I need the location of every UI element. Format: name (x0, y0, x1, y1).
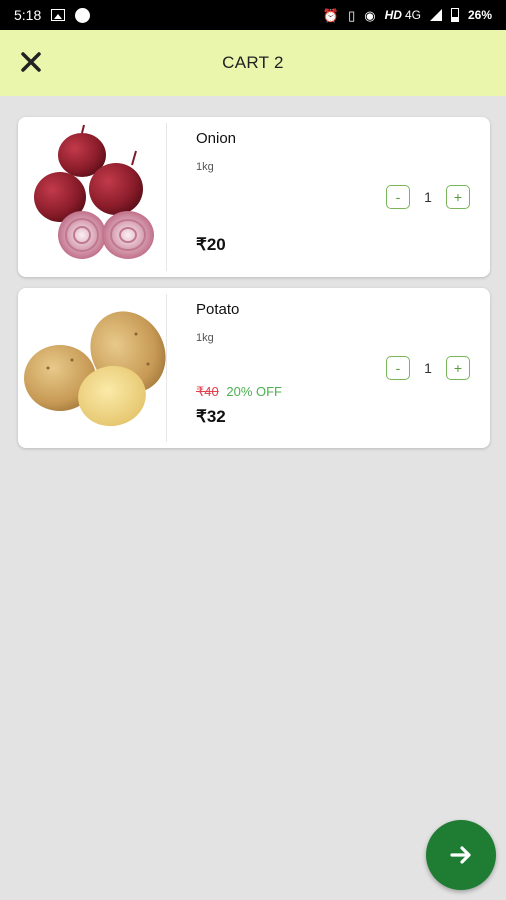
status-time: 5:18 (14, 7, 42, 23)
network-type: 4G (404, 8, 421, 22)
original-price: ₹40 (196, 384, 219, 399)
decrement-button[interactable]: - (386, 356, 410, 380)
vibrate-icon: ▯ (348, 7, 356, 23)
battery-level: 26% (467, 8, 492, 22)
quantity-value: 1 (424, 189, 432, 205)
price-discount-row: ₹40 20% OFF (196, 384, 282, 400)
quantity-stepper: - 1 + (386, 185, 470, 209)
product-unit: 1kg (196, 161, 214, 173)
product-price: ₹32 (196, 407, 226, 426)
arrow-right-icon (450, 846, 471, 864)
cart-item: Potato 1kg - 1 + ₹40 20% OFF ₹32 (18, 288, 490, 448)
discount-badge: 20% OFF (226, 384, 282, 399)
product-image-onion (24, 123, 166, 271)
battery-icon (450, 8, 459, 22)
product-price: ₹20 (196, 235, 226, 254)
quantity-value: 1 (424, 360, 432, 376)
network-label: HD (384, 8, 402, 22)
cart-item: Onion 1kg - 1 + ₹20 (18, 117, 490, 277)
alarm-icon: ⏰ (322, 7, 340, 23)
product-name: Potato (196, 301, 240, 318)
quantity-stepper: - 1 + (386, 356, 470, 380)
increment-button[interactable]: + (446, 185, 470, 209)
close-icon (21, 52, 41, 72)
product-image-potato (24, 294, 166, 442)
product-unit: 1kg (196, 332, 214, 344)
status-bar: 5:18 ⏰ ▯ ◉ HD 4G 26% (0, 0, 506, 30)
close-button[interactable] (16, 47, 46, 77)
card-divider (166, 123, 167, 271)
page-title: CART 2 (222, 53, 284, 72)
header: CART 2 (0, 30, 506, 96)
increment-button[interactable]: + (446, 356, 470, 380)
card-divider (166, 294, 167, 442)
decrement-button[interactable]: - (386, 185, 410, 209)
image-icon (51, 9, 66, 21)
product-name: Onion (196, 130, 237, 147)
hotspot-icon: ◉ (364, 7, 376, 23)
proceed-button[interactable] (426, 820, 496, 890)
circle-icon (75, 7, 91, 23)
signal-icon (429, 9, 442, 21)
